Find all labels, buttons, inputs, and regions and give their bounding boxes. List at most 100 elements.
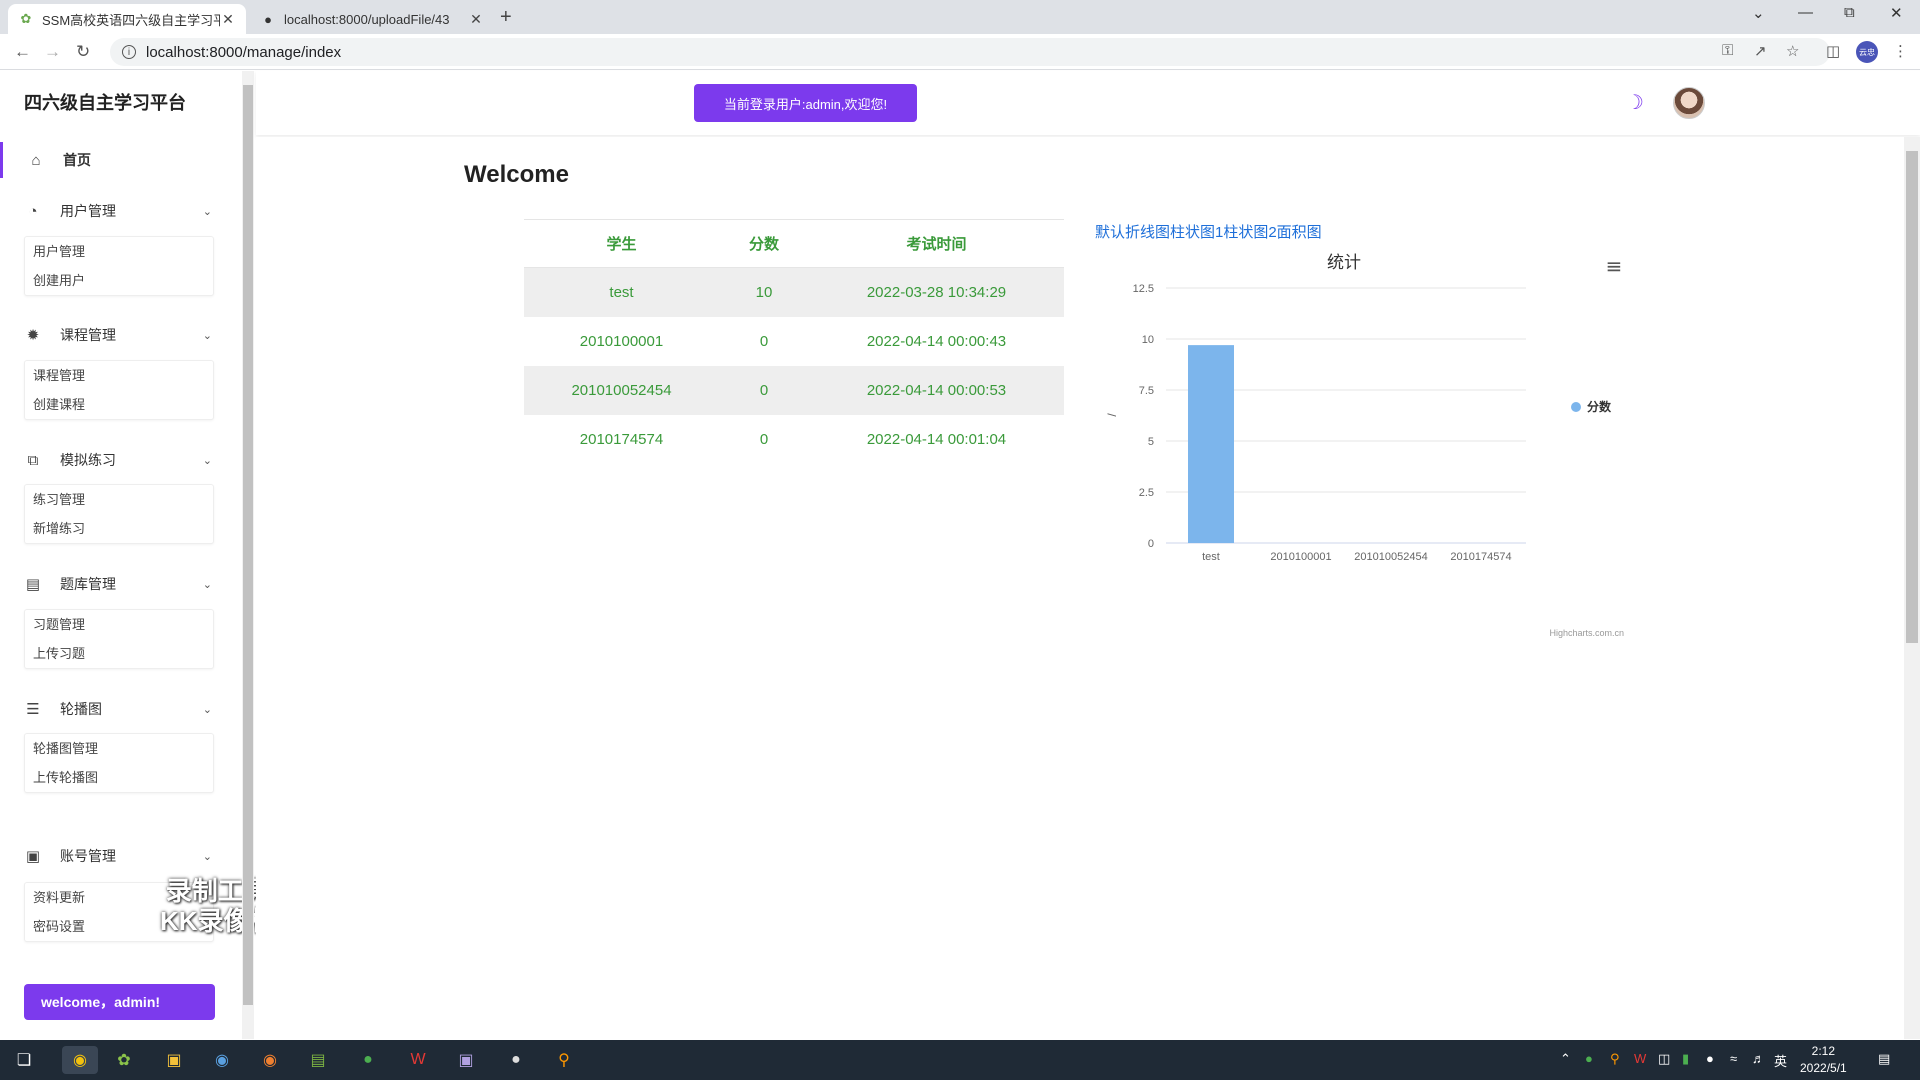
sidebar-group-question-bank[interactable]: ▤ 题库管理 ⌄ <box>0 566 240 602</box>
app-taskbar-icon[interactable]: ◉ <box>208 1046 236 1074</box>
table-row: 2010174574 0 2022-04-14 00:01:04 <box>524 415 1064 464</box>
welcome-button[interactable]: welcome，admin! <box>24 984 215 1020</box>
chevron-down-icon: ⌄ <box>202 578 212 591</box>
battery-tray-icon[interactable]: ▮ <box>1682 1051 1689 1067</box>
side-panel-icon[interactable]: ◫ <box>1826 42 1840 60</box>
sidebar-group-users[interactable]: ◔ 用户管理 ⌄ <box>0 193 240 229</box>
sidebar-item-label: 首页 <box>63 152 91 168</box>
sidebar-subitem[interactable]: 用户管理 <box>25 237 213 266</box>
table-cell: test <box>609 284 634 301</box>
url-field[interactable]: i localhost:8000/manage/index <box>110 38 1830 66</box>
usb-tray-icon[interactable]: ◫ <box>1658 1051 1670 1067</box>
clock-time: 2:12 <box>1811 1044 1836 1058</box>
notepad-taskbar-icon[interactable]: ▤ <box>304 1046 332 1074</box>
dark-mode-moon-icon[interactable]: ☽ <box>1626 90 1644 115</box>
app-taskbar-icon[interactable]: ▣ <box>452 1046 480 1074</box>
y-axis-label: / <box>1105 413 1119 417</box>
back-icon[interactable]: ← <box>14 42 31 62</box>
search-taskbar-icon[interactable]: ⚲ <box>550 1046 578 1074</box>
scrollbar-thumb[interactable] <box>243 85 253 1005</box>
search-tray-icon[interactable]: ⚲ <box>1610 1051 1620 1067</box>
legend-marker <box>1571 402 1581 412</box>
home-icon: ⌂ <box>31 151 41 169</box>
minimize-icon[interactable]: — <box>1798 4 1813 21</box>
wechat-tray-icon[interactable]: ● <box>1585 1051 1593 1066</box>
sidebar-group-account[interactable]: ▣ 账号管理 ⌄ <box>0 838 240 874</box>
sidebar-item-home[interactable]: ⌂ 首页 <box>0 142 240 178</box>
sidebar-group-label: 用户管理 <box>60 203 116 219</box>
taskbar-clock[interactable]: 2:12 2022/5/1 <box>1800 1043 1847 1077</box>
wechat-taskbar-icon[interactable]: ● <box>354 1046 382 1074</box>
sidebar-subitem[interactable]: 轮播图管理 <box>25 734 213 763</box>
restore-icon[interactable]: ⧉ <box>1844 4 1855 21</box>
pie-chart-icon: ◔ <box>28 202 38 220</box>
globe-icon: ● <box>264 11 272 27</box>
key-icon[interactable]: ⚿ <box>1722 42 1733 59</box>
volume-icon[interactable]: ♬ <box>1752 1051 1765 1066</box>
sidebar-group-practice[interactable]: ⧉ 模拟练习 ⌄ <box>0 442 240 478</box>
table-cell: 2022-04-14 00:00:53 <box>866 382 1007 399</box>
copy-icon: ⧉ <box>27 451 39 469</box>
table-cell: 0 <box>759 382 769 399</box>
reload-icon[interactable]: ↻ <box>76 42 90 62</box>
sidebar-scrollbar[interactable] <box>242 71 254 1039</box>
tray-expand-icon[interactable]: ⌃ <box>1560 1051 1571 1067</box>
file-explorer-taskbar-icon[interactable]: ▣ <box>160 1046 188 1074</box>
close-tab-icon[interactable]: ✕ <box>220 11 236 28</box>
main-content: Welcome 学生 分数 考试时间 test 10 2022-03-28 10… <box>256 137 1904 1039</box>
sidebar-subitem[interactable]: 创建用户 <box>25 266 213 295</box>
score-table: 学生 分数 考试时间 test 10 2022-03-28 10:34:29 2… <box>524 219 1064 464</box>
scrollbar-thumb[interactable] <box>1906 151 1918 643</box>
notification-icon[interactable]: ▤ <box>1878 1051 1890 1067</box>
sidebar-group-carousel[interactable]: ☰ 轮播图 ⌄ <box>0 691 240 727</box>
table-row: test 10 2022-03-28 10:34:29 <box>524 268 1064 317</box>
app-taskbar-icon[interactable]: ◉ <box>256 1046 284 1074</box>
windows-start-icon[interactable]: ❏ <box>10 1046 38 1074</box>
tab-search-icon[interactable]: ⌄ <box>1752 4 1765 22</box>
star-icon[interactable]: ☆ <box>1786 42 1799 60</box>
page-scrollbar[interactable] <box>1904 137 1920 1039</box>
share-icon[interactable]: ↗ <box>1754 42 1767 60</box>
sidebar-subitem[interactable]: 创建课程 <box>25 390 213 419</box>
qq-tray-icon[interactable]: ● <box>1706 1051 1714 1066</box>
sidebar-subitem[interactable]: 练习管理 <box>25 485 213 514</box>
site-info-icon[interactable]: i <box>122 45 136 59</box>
sidebar-group-label: 轮播图 <box>60 701 102 717</box>
sidebar-subitem[interactable]: 上传轮播图 <box>25 763 213 792</box>
x-tick-label: 2010100001 <box>1270 551 1331 563</box>
kebab-menu-icon[interactable]: ⋮ <box>1893 42 1908 60</box>
ime-indicator[interactable]: 英 <box>1774 1051 1787 1070</box>
leaf-app-taskbar-icon[interactable]: ✿ <box>110 1046 138 1074</box>
chevron-down-icon: ⌄ <box>202 329 212 342</box>
clipboard-icon: ▤ <box>25 576 41 593</box>
chrome-taskbar-icon[interactable]: ◉ <box>62 1046 98 1074</box>
sidebar-subitem[interactable]: 习题管理 <box>25 610 213 639</box>
chart-menu-icon[interactable]: ≡ <box>1606 254 1623 278</box>
sidebar-subitem[interactable]: 上传习题 <box>25 639 213 668</box>
chat-taskbar-icon[interactable]: ● <box>502 1046 530 1074</box>
sidebar-group-label: 模拟练习 <box>60 452 116 468</box>
login-notice-button[interactable]: 当前登录用户:admin,欢迎您! <box>694 84 917 122</box>
new-tab-icon[interactable]: + <box>500 6 512 29</box>
chart-type-links[interactable]: 默认折线图柱状图1柱状图2面积图 <box>1095 221 1322 242</box>
clock-date: 2022/5/1 <box>1800 1061 1847 1075</box>
sidebar-group-label: 题库管理 <box>60 576 116 592</box>
profile-avatar[interactable]: 云忠 <box>1856 41 1878 63</box>
legend-label: 分数 <box>1587 399 1612 414</box>
close-window-icon[interactable]: ✕ <box>1890 4 1903 22</box>
forward-icon[interactable]: → <box>44 42 61 62</box>
sidebar-subitem[interactable]: 课程管理 <box>25 361 213 390</box>
avatar[interactable] <box>1673 87 1705 119</box>
windows-taskbar: ❏ ◉ ✿ ▣ ◉ ◉ ▤ ● W ▣ ● ⚲ ⌃ ● ⚲ W ◫ ▮ ● ≈ … <box>0 1040 1920 1080</box>
sidebar-subitem[interactable]: 新增练习 <box>25 514 213 543</box>
chart-credits: Highcharts.com.cn <box>1549 628 1624 638</box>
wps-tray-icon[interactable]: W <box>1634 1051 1646 1066</box>
chart-svg: 统计 ≡ 0 2.5 5 7.5 10 12.5 / test 2010100001 20101005… <box>1105 253 1624 638</box>
browser-tab-active[interactable]: ✿ SSM高校英语四六级自主学习平台 ✕ <box>8 4 246 34</box>
sidebar-group-courses[interactable]: ✹ 课程管理 ⌄ <box>0 317 240 353</box>
table-cell: 2022-03-28 10:34:29 <box>866 284 1007 301</box>
close-tab-icon[interactable]: ✕ <box>468 11 484 28</box>
browser-tab-inactive[interactable]: ● localhost:8000/uploadFile/43 ✕ <box>250 4 494 34</box>
wps-taskbar-icon[interactable]: W <box>404 1046 432 1074</box>
wifi-icon[interactable]: ≈ <box>1730 1051 1737 1066</box>
